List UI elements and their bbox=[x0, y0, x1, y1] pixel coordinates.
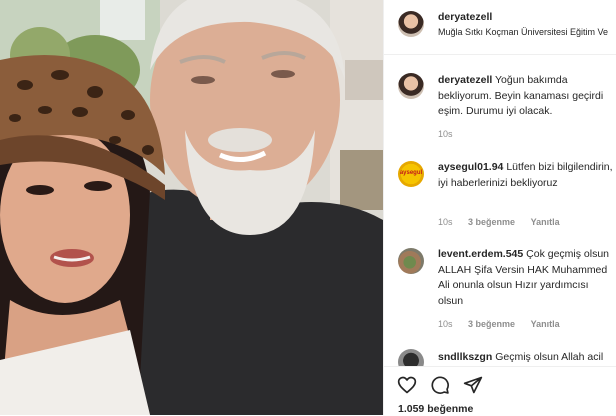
comment-avatar[interactable]: aysegul bbox=[398, 161, 424, 187]
comment-username[interactable]: sndllkszgn bbox=[438, 351, 492, 363]
heart-icon[interactable] bbox=[397, 375, 417, 395]
post-photo[interactable] bbox=[0, 0, 383, 415]
comment-text: Geçmiş olsun Allah acil bbox=[495, 351, 604, 363]
avatar-logo-text: aysegul bbox=[399, 170, 423, 176]
caption-username[interactable]: deryatezell bbox=[438, 74, 492, 86]
caption-avatar[interactable] bbox=[398, 73, 424, 99]
post-header: deryatezell Muğla Sıtkı Koçman Üniversit… bbox=[384, 0, 616, 55]
comment-meta: 10s 3 beğenme Yanıtla bbox=[438, 217, 573, 227]
comment-text-block: levent.erdem.545 Çok geçmiş olsun ALLAH … bbox=[438, 247, 614, 309]
comment-text-block: sndllkszgn Geçmiş olsun Allah acil bbox=[438, 350, 614, 366]
comment-icon[interactable] bbox=[430, 375, 450, 395]
comment-username[interactable]: levent.erdem.545 bbox=[438, 248, 523, 260]
comment-avatar[interactable] bbox=[398, 248, 424, 274]
comment-time[interactable]: 10s bbox=[438, 319, 453, 329]
comment-likes[interactable]: 3 beğenme bbox=[468, 319, 515, 329]
likes-count[interactable]: 1.059 beğenme bbox=[398, 403, 473, 415]
author-username[interactable]: deryatezell bbox=[438, 11, 492, 23]
caption-time[interactable]: 10s bbox=[438, 129, 453, 139]
caption-text-block: deryatezell Yoğun bakımda bekliyorum. Be… bbox=[438, 73, 614, 120]
selfie-illustration bbox=[0, 0, 383, 415]
comment-meta: 10s 3 beğenme Yanıtla bbox=[438, 319, 573, 329]
comment-avatar[interactable] bbox=[398, 349, 424, 366]
comment-row: sndllkszgn Geçmiş olsun Allah acil bbox=[384, 345, 616, 366]
reply-button[interactable]: Yanıtla bbox=[531, 217, 560, 227]
comment-likes[interactable]: 3 beğenme bbox=[468, 217, 515, 227]
comment-text-block: aysegul01.94 Lütfen bizi bilgilendirin, … bbox=[438, 160, 614, 191]
action-bar: 1.059 beğenme bbox=[384, 366, 616, 416]
comment-username[interactable]: aysegul01.94 bbox=[438, 161, 503, 173]
comment-time[interactable]: 10s bbox=[438, 217, 453, 227]
author-avatar[interactable] bbox=[398, 11, 424, 37]
share-icon[interactable] bbox=[463, 375, 483, 395]
caption-meta: 10s bbox=[438, 129, 466, 139]
reply-button[interactable]: Yanıtla bbox=[531, 319, 560, 329]
post-side-panel: deryatezell Muğla Sıtkı Koçman Üniversit… bbox=[383, 0, 616, 416]
post-location[interactable]: Muğla Sıtkı Koçman Üniversitesi Eğitim V… bbox=[438, 27, 608, 37]
